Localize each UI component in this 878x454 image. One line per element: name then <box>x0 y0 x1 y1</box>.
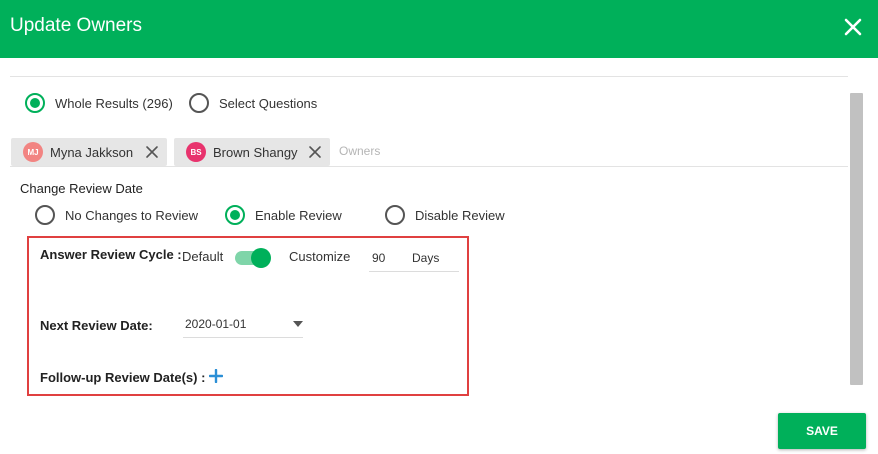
divider <box>10 76 848 77</box>
answer-review-cycle-label: Answer Review Cycle : <box>40 247 182 262</box>
radio-label: No Changes to Review <box>65 207 198 223</box>
section-title: Change Review Date <box>20 181 143 196</box>
followup-review-date-label: Follow-up Review Date(s) : <box>40 370 206 385</box>
radio-selected-icon <box>225 205 245 225</box>
owner-name: Brown Shangy <box>213 144 298 160</box>
dialog-header: Update Owners <box>0 0 878 58</box>
radio-enable-review[interactable]: Enable Review <box>225 205 342 225</box>
radio-unselected-icon <box>35 205 55 225</box>
customize-label: Customize <box>289 249 351 264</box>
days-value: 90 <box>372 251 386 265</box>
avatar: BS <box>186 142 206 162</box>
default-label: Default <box>182 249 224 264</box>
remove-owner-button[interactable] <box>308 145 322 159</box>
cycle-toggle[interactable] <box>235 248 271 268</box>
save-button[interactable]: SAVE <box>778 413 866 449</box>
divider <box>10 166 848 167</box>
add-followup-date-button[interactable] <box>208 368 224 384</box>
radio-disable-review[interactable]: Disable Review <box>385 205 505 225</box>
radio-label: Select Questions <box>219 95 318 111</box>
scrollbar[interactable] <box>850 93 863 385</box>
radio-unselected-icon <box>189 93 209 113</box>
owner-chip: MJ Myna Jakkson <box>11 138 167 166</box>
next-review-date-select[interactable]: 2020-01-01 <box>183 311 303 338</box>
radio-label: Disable Review <box>415 207 505 223</box>
dialog-title: Update Owners <box>10 15 143 36</box>
radio-unselected-icon <box>385 205 405 225</box>
close-icon <box>309 146 321 158</box>
avatar: MJ <box>23 142 43 162</box>
caret-down-icon <box>293 321 303 327</box>
date-value: 2020-01-01 <box>185 317 247 331</box>
radio-select-questions[interactable]: Select Questions <box>189 93 317 113</box>
owner-name: Myna Jakkson <box>50 144 134 160</box>
next-review-date-label: Next Review Date: <box>40 318 153 333</box>
days-input[interactable]: 90 Days <box>369 244 459 272</box>
owner-chip: BS Brown Shangy <box>174 138 330 166</box>
radio-no-changes[interactable]: No Changes to Review <box>35 205 198 225</box>
plus-icon <box>208 368 224 384</box>
radio-selected-icon <box>25 93 45 113</box>
close-button[interactable] <box>838 12 868 42</box>
owners-input[interactable]: Owners <box>339 144 380 158</box>
close-icon <box>844 18 862 36</box>
toggle-knob <box>251 248 271 268</box>
close-icon <box>146 146 158 158</box>
radio-whole-results[interactable]: Whole Results (296) <box>25 93 173 113</box>
days-unit: Days <box>412 251 440 265</box>
remove-owner-button[interactable] <box>145 145 159 159</box>
radio-label: Enable Review <box>255 207 342 223</box>
radio-label: Whole Results (296) <box>55 95 173 111</box>
